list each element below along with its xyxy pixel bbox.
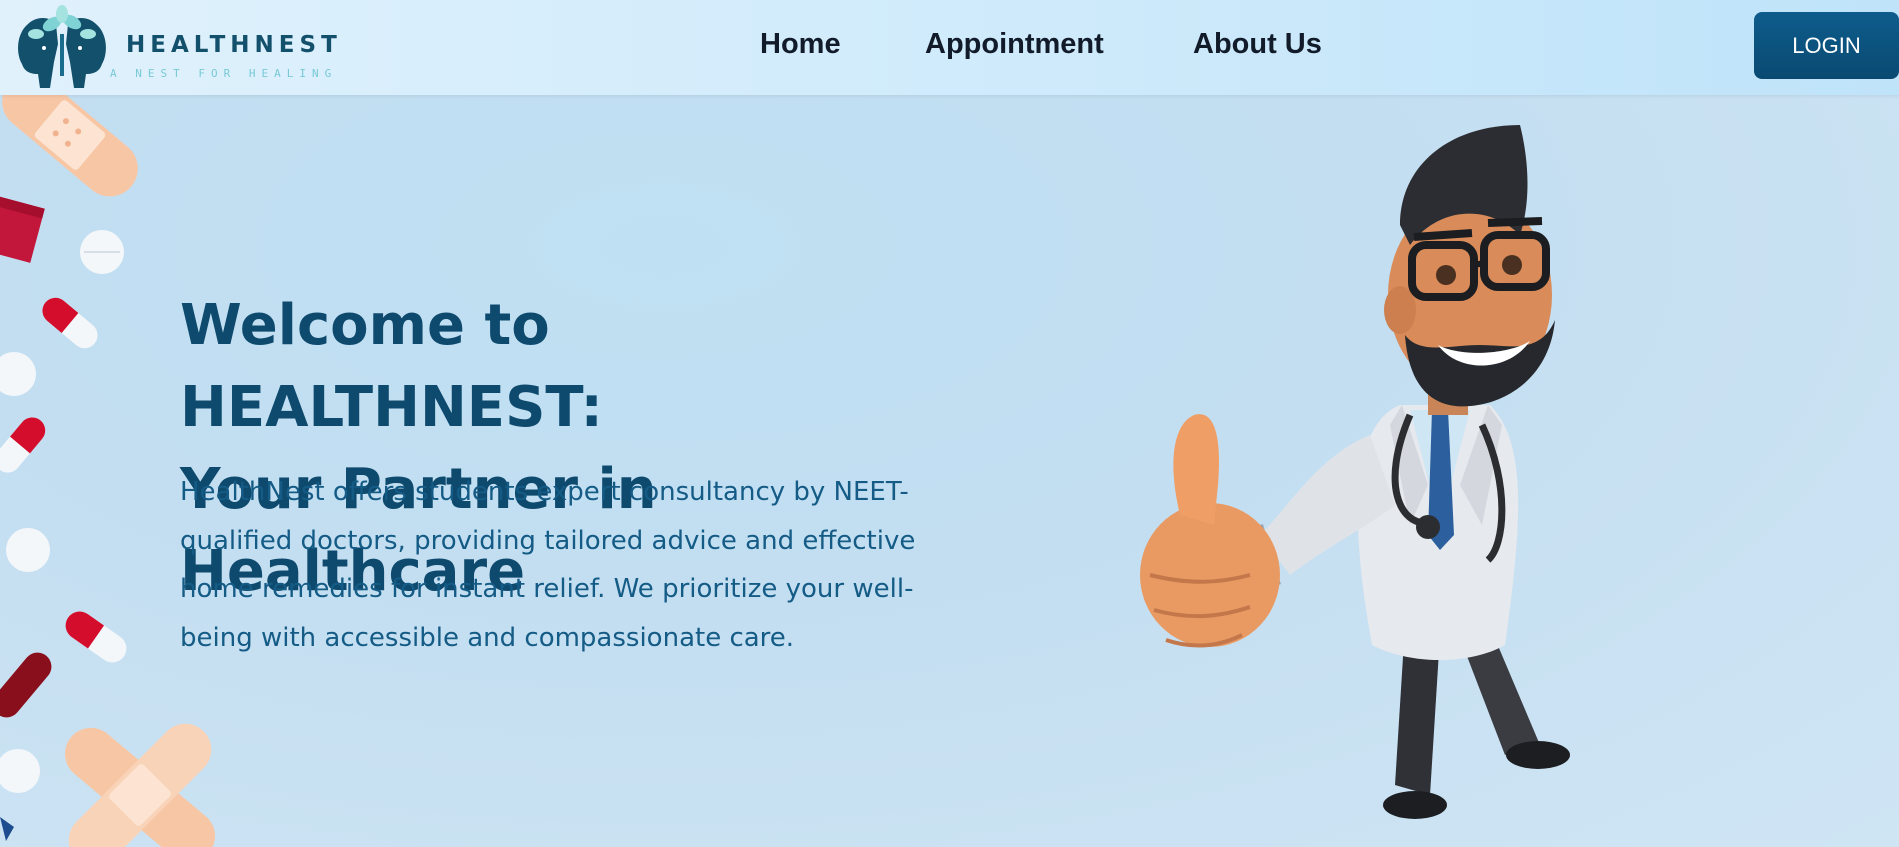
brand-name: HEALTHNEST [126,32,342,58]
doctor-thumbs-up-illustration [1140,125,1570,819]
hero-description: HealthNest offers students expert consul… [180,477,916,653]
nav-appointment[interactable]: Appointment [925,28,1104,61]
nav-home[interactable]: Home [760,28,841,61]
brand-tagline: A NEST FOR HEALING [110,67,338,80]
brand-logo[interactable]: HEALTHNEST A NEST FOR HEALING [14,4,337,90]
twin-head-tree-logo-icon [18,5,106,88]
hero-title-line-1: Welcome to HEALTHNEST: [180,293,603,440]
nav-about-us[interactable]: About Us [1193,28,1322,61]
hero-section: Welcome to HEALTHNEST: Your Partner in H… [0,95,1899,847]
login-button[interactable]: LOGIN [1754,12,1899,79]
site-header: HEALTHNEST A NEST FOR HEALING Home Appoi… [0,0,1899,95]
